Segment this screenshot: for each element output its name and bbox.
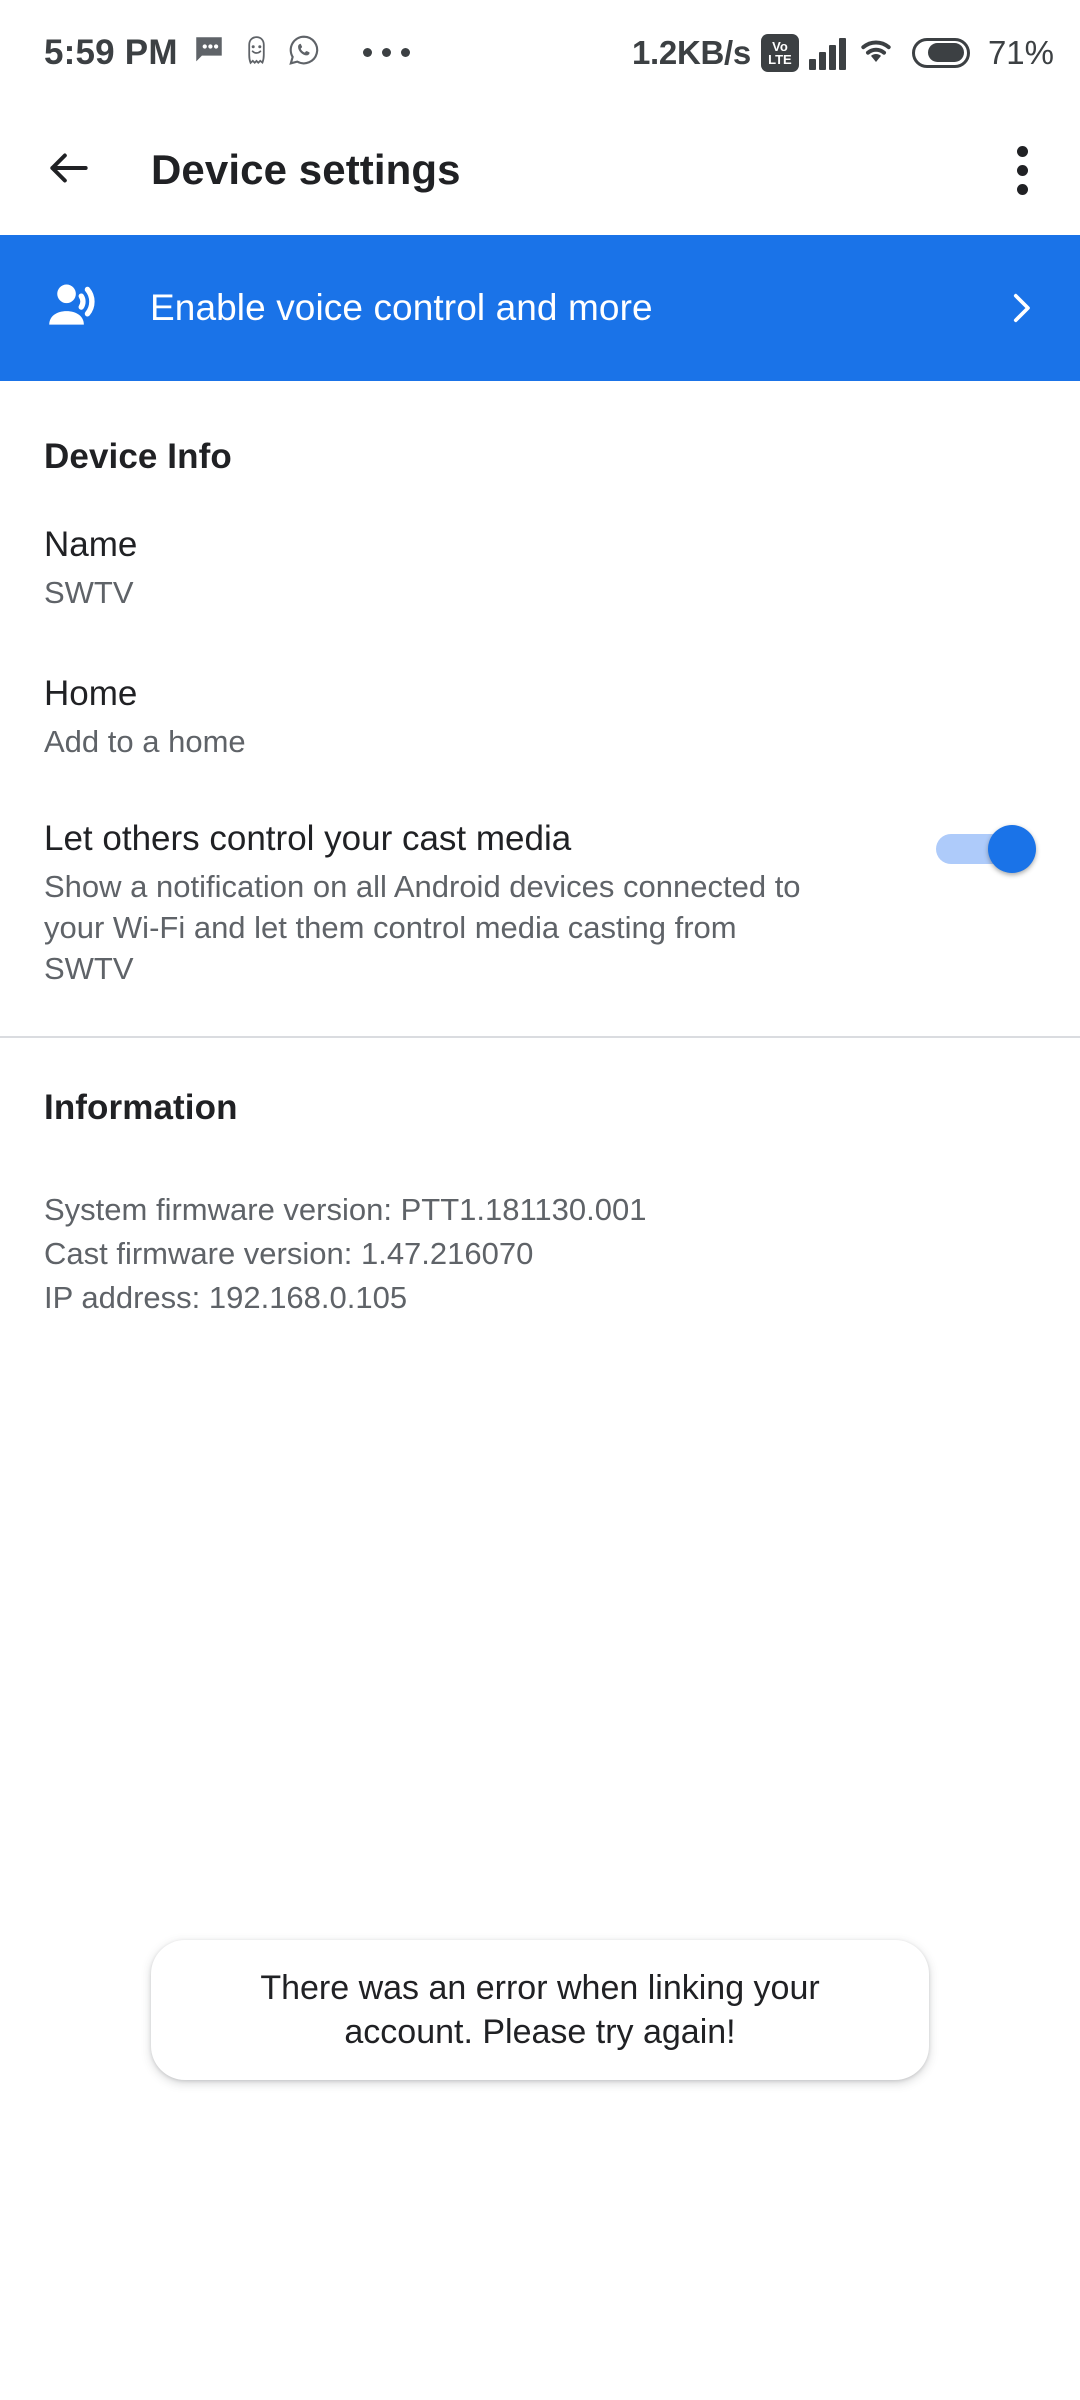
- row-texts: Let others control your cast media Show …: [44, 819, 916, 990]
- network-speed-label: 1.2KB/s: [631, 33, 751, 71]
- status-overflow-dots-icon: [362, 48, 410, 57]
- chevron-right-icon[interactable]: [1000, 287, 1042, 329]
- app-bar: Device settings: [0, 105, 1080, 235]
- status-bar: 5:59 PM 1.2KB/s Vo LTE 71%: [0, 0, 1080, 105]
- cast-media-description: Show a notification on all Android devic…: [44, 869, 801, 987]
- information-details: System firmware version: PTT1.181130.001…: [0, 1188, 1080, 1320]
- record-voice-over-icon: [42, 275, 104, 342]
- volte-icon: Vo LTE: [760, 33, 799, 72]
- page-title: Device settings: [151, 146, 461, 193]
- signal-bars-icon: [808, 36, 846, 70]
- battery-percent-label: 71%: [987, 33, 1054, 71]
- sms-icon: [192, 33, 226, 72]
- cast-media-toggle[interactable]: [936, 825, 1036, 874]
- volte-top-label: Vo: [772, 38, 788, 54]
- information-section-title: Information: [44, 1088, 238, 1128]
- system-firmware-version: System firmware version: PTT1.181130.001: [44, 1192, 647, 1228]
- list-item-home[interactable]: Home Add to a home: [0, 674, 1080, 763]
- list-item-cast-media[interactable]: Let others control your cast media Show …: [0, 819, 1080, 990]
- snapchat-ghost-icon: [240, 34, 273, 72]
- row-texts: Home Add to a home: [44, 674, 1036, 763]
- status-bar-right: 1.2KB/s Vo LTE 71%: [632, 33, 1054, 72]
- wifi-icon: [856, 33, 896, 72]
- row-title: Name: [44, 525, 138, 564]
- volte-bottom-label: LTE: [768, 51, 792, 67]
- row-subtitle: Add to a home: [44, 724, 246, 760]
- cast-media-title: Let others control your cast media: [44, 819, 572, 859]
- row-subtitle: SWTV: [44, 575, 134, 611]
- whatsapp-icon: [287, 33, 321, 72]
- status-time: 5:59 PM: [44, 32, 178, 72]
- back-arrow-icon[interactable]: [44, 143, 94, 198]
- toast-container: There was an error when linking your acc…: [0, 1940, 1080, 2081]
- row-texts: Name SWTV: [44, 525, 1036, 614]
- list-item-name[interactable]: Name SWTV: [0, 525, 1080, 614]
- banner-label: Enable voice control and more: [150, 287, 653, 328]
- battery-fill: [927, 43, 965, 62]
- ip-address: IP address: 192.168.0.105: [44, 1280, 408, 1316]
- status-bar-left: 5:59 PM: [44, 33, 321, 73]
- overflow-menu-icon[interactable]: [999, 132, 1046, 209]
- row-title: Home: [44, 674, 138, 714]
- toggle-thumb: [988, 825, 1036, 874]
- device-info-section-title: Device Info: [44, 437, 232, 476]
- battery-icon: [911, 37, 970, 68]
- spacer-after-banner: [0, 381, 1080, 437]
- cast-firmware-version: Cast firmware version: 1.47.216070: [44, 1236, 534, 1272]
- error-toast: There was an error when linking your acc…: [151, 1940, 929, 2081]
- voice-control-banner[interactable]: Enable voice control and more: [0, 235, 1080, 381]
